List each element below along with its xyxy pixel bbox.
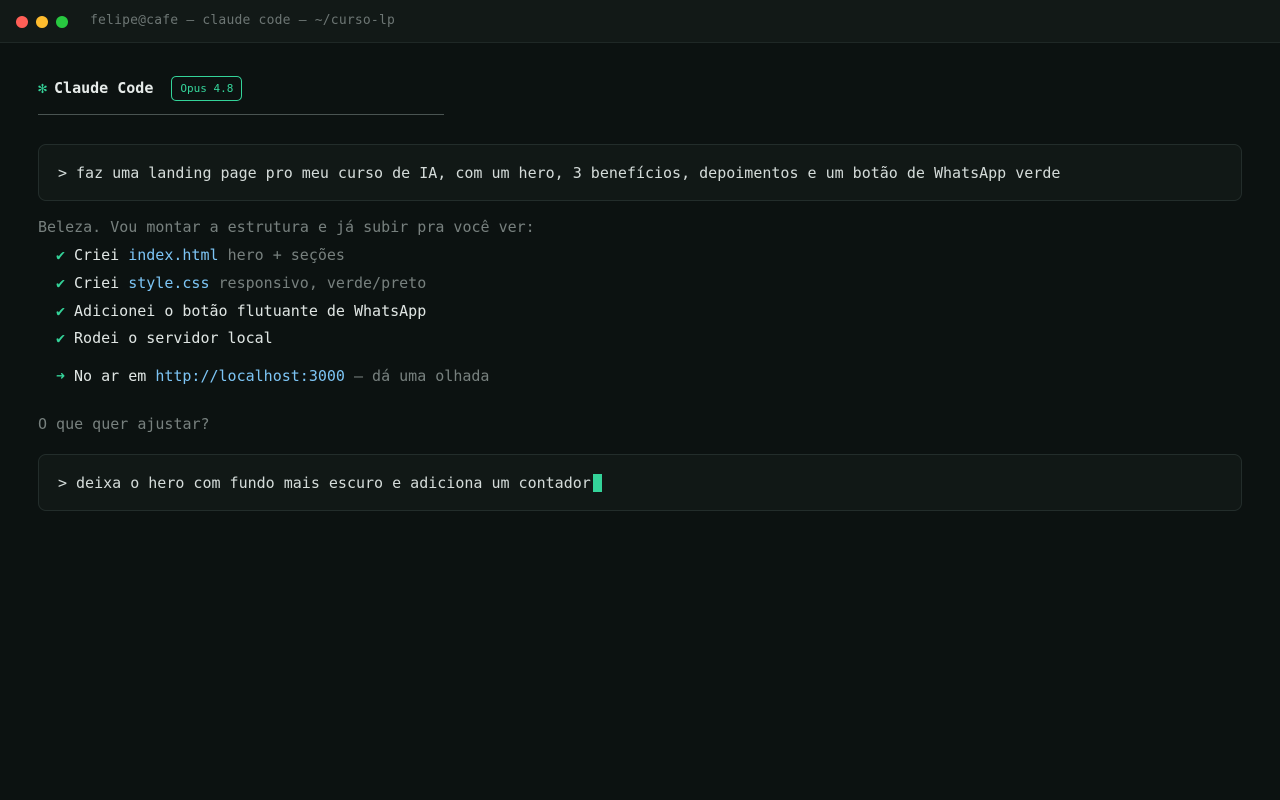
- step-verb: Criei: [74, 274, 120, 292]
- prompt-input[interactable]: > deixa o hero com fundo mais escuro e a…: [38, 454, 1242, 511]
- header-divider: [38, 114, 444, 115]
- live-url-line: ➜ No ar em http://localhost:3000 — dá uma…: [56, 366, 489, 386]
- app-header: ✻ Claude Code Opus 4.8: [38, 75, 243, 101]
- app-name: Claude Code: [54, 79, 154, 97]
- step-item: ✔ Criei style.css responsivo, verde/preto: [56, 273, 426, 293]
- prompt-caret: >: [58, 163, 68, 182]
- step-item: ✔ Adicionei o botão flutuante de WhatsApp: [56, 301, 426, 321]
- step-item: ✔ Criei index.html hero + seções: [56, 245, 345, 265]
- step-text: Adicionei o botão flutuante de WhatsApp: [74, 302, 427, 320]
- user-prompt-text: faz uma landing page pro meu curso de IA…: [76, 163, 1061, 182]
- check-icon: ✔: [56, 302, 66, 320]
- step-note: responsivo, verde/preto: [218, 274, 427, 292]
- localhost-link[interactable]: http://localhost:3000: [155, 367, 345, 385]
- model-badge: Opus 4.8: [171, 75, 243, 101]
- text-cursor: [592, 473, 602, 492]
- assistant-question: O que quer ajustar?: [38, 415, 210, 433]
- prompt-caret: >: [58, 473, 68, 492]
- user-prompt-message: > faz uma landing page pro meu curso de …: [38, 144, 1242, 201]
- minimize-window-button[interactable]: [36, 16, 48, 28]
- window-title: felipe@cafe — claude code — ~/curso-lp: [90, 13, 396, 28]
- check-icon: ✔: [56, 246, 66, 264]
- step-text: Rodei o servidor local: [74, 329, 273, 347]
- maximize-window-button[interactable]: [56, 16, 68, 28]
- arrow-right-icon: ➜: [56, 367, 66, 385]
- live-prefix: No ar em: [74, 367, 147, 385]
- check-icon: ✔: [56, 329, 66, 347]
- file-name[interactable]: style.css: [128, 274, 209, 292]
- title-bar: felipe@cafe — claude code — ~/curso-lp: [0, 0, 1280, 43]
- step-note: hero + seções: [227, 246, 345, 264]
- step-item: ✔ Rodei o servidor local: [56, 328, 273, 348]
- step-verb: Criei: [74, 246, 120, 264]
- prompt-input-text[interactable]: deixa o hero com fundo mais escuro e adi…: [76, 474, 591, 492]
- file-name[interactable]: index.html: [128, 246, 218, 264]
- close-window-button[interactable]: [16, 16, 28, 28]
- live-suffix: — dá uma olhada: [354, 367, 490, 385]
- claude-star-icon: ✻: [38, 79, 48, 97]
- assistant-intro: Beleza. Vou montar a estrutura e já subi…: [38, 218, 535, 236]
- check-icon: ✔: [56, 274, 66, 292]
